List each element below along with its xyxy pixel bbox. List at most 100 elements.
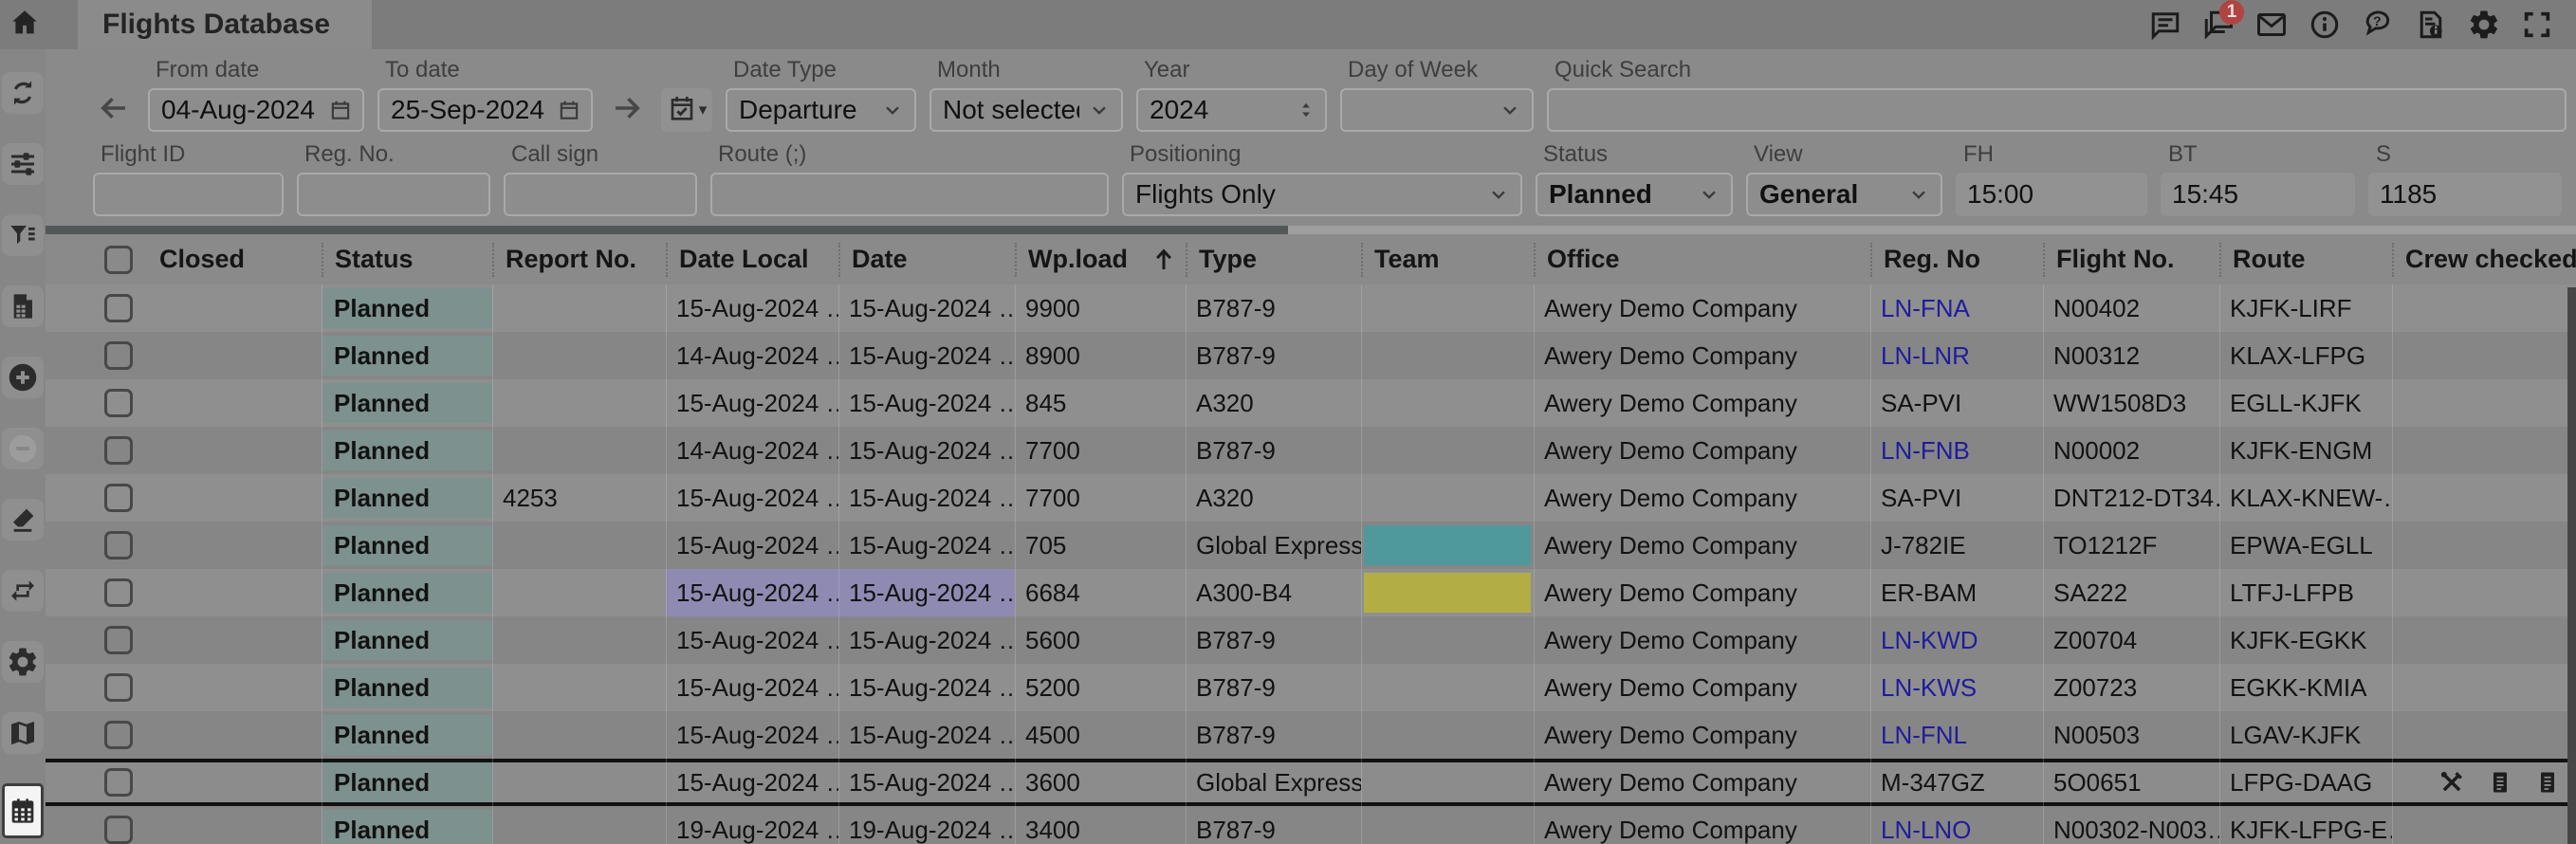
row-checkbox[interactable] [104,436,133,465]
call-sign-input[interactable] [504,173,697,216]
tab-flights-database[interactable]: Flights Database [78,0,372,49]
table-row[interactable]: Planned14-Aug-2024 …15-Aug-2024 …7700B78… [46,427,2576,474]
cell-team [1361,806,1534,844]
sidebar-item-calendar[interactable] [2,783,44,838]
select-all-checkbox[interactable] [104,246,133,274]
column-header-wp-load[interactable]: Wp.load [1015,243,1186,277]
calendar-icon[interactable] [328,98,353,122]
document-icon[interactable] [2534,769,2561,796]
column-header-reg-no[interactable]: Reg. No [1870,243,2043,277]
reg-no-link[interactable]: LN-FNL [1881,721,1967,750]
route-input[interactable] [710,173,1109,216]
sidebar-item-remove[interactable] [2,428,44,469]
row-checkbox[interactable] [104,389,133,417]
settings-icon[interactable] [2464,0,2504,49]
column-header-office[interactable]: Office [1534,243,1870,277]
view-select[interactable]: General [1746,173,1942,216]
column-header-status[interactable]: Status [322,243,492,277]
quick-search-input[interactable] [1547,88,2567,132]
column-header-route[interactable]: Route [2219,243,2392,277]
document-icon[interactable] [2487,769,2513,796]
row-checkbox[interactable] [104,721,133,749]
row-checkbox[interactable] [104,531,133,560]
sidebar-item-repeat[interactable] [2,570,44,612]
sidebar-item-map[interactable] [2,712,44,754]
horizontal-scrollbar-thumb[interactable] [46,226,1288,234]
report-info-icon[interactable] [2411,0,2451,49]
cell-route: LTFJ-LFPB [2219,569,2392,616]
reg-no-input[interactable] [297,173,490,216]
column-header-report-no-[interactable]: Report No. [492,243,666,277]
reg-no-link[interactable]: LN-LNO [1881,816,1971,844]
sidebar-item-filter-list[interactable] [2,214,44,256]
status-select[interactable]: Planned [1536,173,1733,216]
sidebar-item-export-table[interactable] [2,285,44,327]
fullscreen-icon[interactable] [2517,0,2557,49]
sidebar-item-refresh[interactable] [2,72,44,114]
table-row[interactable]: Planned15-Aug-2024 …15-Aug-2024 …845A320… [46,379,2576,427]
day-of-week-select[interactable] [1340,88,1534,132]
to-date-input[interactable]: 25-Sep-2024 [377,88,593,132]
column-header-type[interactable]: Type [1186,243,1361,277]
date-preset-button[interactable]: ▾ [661,88,712,132]
cell-status: Planned [322,759,492,806]
sidebar-item-clear[interactable] [2,499,44,541]
from-date-input[interactable]: 04-Aug-2024 [148,88,364,132]
horizontal-scrollbar-track[interactable] [46,226,2576,234]
table-row[interactable]: Planned15-Aug-2024 …15-Aug-2024 …5200B78… [46,664,2576,711]
spinner-icon[interactable] [1297,96,1316,124]
reg-no-link[interactable]: LN-KWS [1881,673,1977,703]
sidebar-item-settings[interactable] [2,641,44,683]
table-row[interactable]: Planned15-Aug-2024 …15-Aug-2024 …5600B78… [46,616,2576,664]
table-row[interactable]: Planned15-Aug-2024 …15-Aug-2024 …9900B78… [46,284,2576,332]
sort-up-icon[interactable] [1150,246,1178,274]
reg-no-link[interactable]: LN-KWD [1881,626,1978,655]
row-checkbox[interactable] [104,484,133,512]
column-header-team[interactable]: Team [1361,243,1534,277]
row-checkbox[interactable] [104,578,133,607]
info-icon[interactable] [2305,0,2345,49]
next-period-button[interactable] [606,88,648,132]
row-checkbox[interactable] [104,816,133,844]
month-select[interactable]: Not selected [929,88,1123,132]
flight-id-input[interactable] [93,173,284,216]
table-row[interactable]: Planned15-Aug-2024 …15-Aug-2024 …3600Glo… [46,759,2576,806]
column-header-crew-checked[interactable]: Crew checked [2392,243,2576,277]
reg-no-link[interactable]: LN-LNR [1881,341,1970,371]
cell-reg-no: ER-BAM [1870,569,2043,616]
positioning-select[interactable]: Flights Only [1122,173,1522,216]
column-header-date[interactable]: Date [838,243,1015,277]
forum-icon[interactable]: 1 [2199,0,2238,49]
date-type-select[interactable]: Departure [726,88,916,132]
comment-icon[interactable] [2145,0,2185,49]
column-header-closed[interactable]: Closed [148,243,322,277]
call-sign-label: Call sign [511,141,697,168]
table-row[interactable]: Planned15-Aug-2024 …15-Aug-2024 …4500B78… [46,711,2576,759]
table-row[interactable]: Planned19-Aug-2024 …19-Aug-2024 …3400B78… [46,806,2576,844]
year-spinner[interactable]: 2024 [1136,88,1327,132]
row-checkbox[interactable] [104,673,133,702]
previous-period-button[interactable] [93,88,135,132]
column-header-flight-no-[interactable]: Flight No. [2043,243,2219,277]
row-checkbox[interactable] [104,341,133,370]
sidebar-item-filter-settings[interactable] [2,143,44,185]
table-row[interactable]: Planned14-Aug-2024 …15-Aug-2024 …8900B78… [46,332,2576,379]
table-row[interactable]: Planned15-Aug-2024 …15-Aug-2024 …6684A30… [46,569,2576,616]
cell-status: Planned [322,427,492,474]
row-checkbox[interactable] [104,768,133,797]
calendar-icon[interactable] [557,98,581,122]
vertical-scrollbar-thumb[interactable] [2567,287,2576,844]
home-button[interactable] [0,0,49,49]
mail-icon[interactable] [2252,0,2291,49]
reg-no-link[interactable]: LN-FNB [1881,436,1970,466]
row-checkbox[interactable] [104,626,133,654]
reg-no-link[interactable]: LN-FNA [1881,294,1970,323]
sidebar-item-add[interactable] [2,357,44,398]
row-checkbox[interactable] [104,294,133,322]
column-header-date-local[interactable]: Date Local [666,243,838,277]
table-row[interactable]: Planned15-Aug-2024 …15-Aug-2024 …705Glob… [46,522,2576,569]
tools-icon[interactable] [2438,768,2466,797]
table-row[interactable]: Planned425315-Aug-2024 …15-Aug-2024 …770… [46,474,2576,522]
help-icon[interactable]: ? [2358,0,2398,49]
cell-reg-no: LN-KWS [1870,664,2043,711]
